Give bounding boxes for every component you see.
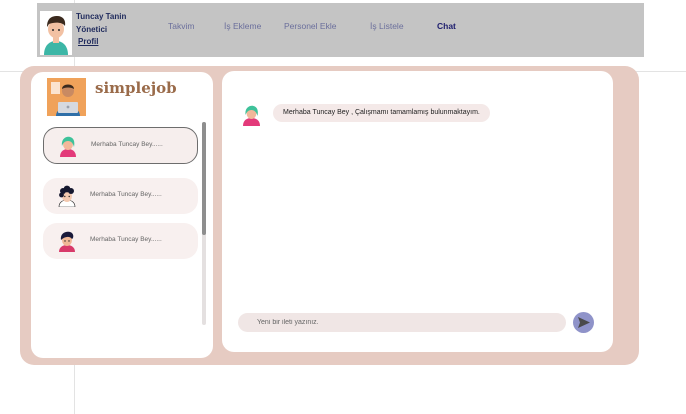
top-navbar: Tuncay Tanin Yönetici Profil Takvim İş E… [37,3,644,57]
profile-link[interactable]: Profil [76,36,126,49]
nav-chat[interactable]: Chat [437,21,456,31]
nav-personel-ekle[interactable]: Personel Ekle [284,21,336,31]
conversation-list-panel: simplejob Merhaba Tuncay Bey...... Merha… [31,72,213,358]
green-hair-avatar-icon [243,105,260,126]
conversation-preview: Merhaba Tuncay Bey...... [90,236,162,243]
chat-message: Merhaba Tuncay Bey , Çalışmamı tamamlamı… [273,104,490,122]
message-input[interactable] [238,313,566,332]
dark-hair-avatar-icon [59,231,75,252]
conversation-preview: Merhaba Tuncay Bey...... [91,141,163,148]
user-info: Tuncay Tanin Yönetici Profil [76,11,126,49]
user-name: Tuncay Tanin [76,12,127,21]
nav-is-ekleme[interactable]: İş Ekleme [224,21,261,31]
scrollbar-thumb[interactable] [202,122,206,235]
green-hair-avatar-icon [60,136,76,157]
user-avatar [40,11,72,55]
brand-logo [47,78,86,116]
conversation-preview: Merhaba Tuncay Bey...... [90,191,162,198]
person-laptop-icon [47,78,86,116]
nav-takvim[interactable]: Takvim [168,21,194,31]
send-arrow-icon [578,317,590,328]
conversation-item[interactable]: Merhaba Tuncay Bey...... [43,127,198,164]
user-role: Yönetici [76,24,108,34]
conversation-item[interactable]: Merhaba Tuncay Bey...... [43,223,198,259]
brand-name: simplejob [95,79,177,97]
nav-is-listele[interactable]: İş Listele [370,21,404,31]
curly-hair-avatar-icon [58,185,76,207]
send-button[interactable] [573,312,594,333]
chat-panel: Merhaba Tuncay Bey , Çalışmamı tamamlamı… [222,71,613,352]
conversation-item[interactable]: Merhaba Tuncay Bey...... [43,178,198,214]
user-avatar-icon [40,11,72,55]
